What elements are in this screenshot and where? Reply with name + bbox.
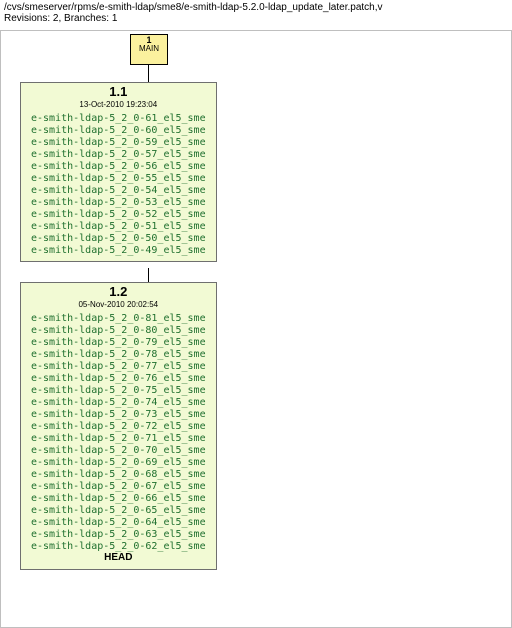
tag-entry: e-smith-ldap-5_2_0-74_el5_sme [31, 397, 206, 409]
tag-entry: e-smith-ldap-5_2_0-78_el5_sme [31, 349, 206, 361]
tag-entry: e-smith-ldap-5_2_0-56_el5_sme [31, 161, 206, 173]
revision-number: 1.1 [31, 86, 206, 98]
branch-main-node[interactable]: 1 MAIN [130, 34, 168, 65]
repo-path: /cvs/smeserver/rpms/e-smith-ldap/sme8/e-… [0, 0, 512, 13]
tag-entry: e-smith-ldap-5_2_0-72_el5_sme [31, 421, 206, 433]
connector-line [148, 268, 149, 282]
revision-date: 05-Nov-2010 20:02:54 [31, 299, 206, 311]
tag-entry: e-smith-ldap-5_2_0-52_el5_sme [31, 209, 206, 221]
tag-list: e-smith-ldap-5_2_0-81_el5_smee-smith-lda… [31, 313, 206, 553]
tag-entry: e-smith-ldap-5_2_0-60_el5_sme [31, 125, 206, 137]
tag-entry: e-smith-ldap-5_2_0-69_el5_sme [31, 457, 206, 469]
tag-entry: e-smith-ldap-5_2_0-55_el5_sme [31, 173, 206, 185]
connector-line [148, 64, 149, 82]
tag-entry: e-smith-ldap-5_2_0-76_el5_sme [31, 373, 206, 385]
tag-entry: e-smith-ldap-5_2_0-68_el5_sme [31, 469, 206, 481]
tag-entry: e-smith-ldap-5_2_0-80_el5_sme [31, 325, 206, 337]
tag-entry: e-smith-ldap-5_2_0-61_el5_sme [31, 113, 206, 125]
tag-entry: e-smith-ldap-5_2_0-49_el5_sme [31, 245, 206, 257]
revision-node-1-1[interactable]: 1.1 13-Oct-2010 19:23:04 e-smith-ldap-5_… [20, 82, 217, 262]
tag-entry: e-smith-ldap-5_2_0-63_el5_sme [31, 529, 206, 541]
tag-entry: e-smith-ldap-5_2_0-75_el5_sme [31, 385, 206, 397]
revision-date: 13-Oct-2010 19:23:04 [31, 99, 206, 111]
tag-list: e-smith-ldap-5_2_0-61_el5_smee-smith-lda… [31, 113, 206, 257]
tag-entry: e-smith-ldap-5_2_0-73_el5_sme [31, 409, 206, 421]
tag-entry: e-smith-ldap-5_2_0-54_el5_sme [31, 185, 206, 197]
tag-entry: e-smith-ldap-5_2_0-81_el5_sme [31, 313, 206, 325]
tag-entry: e-smith-ldap-5_2_0-65_el5_sme [31, 505, 206, 517]
revision-graph: 1 MAIN 1.1 13-Oct-2010 19:23:04 e-smith-… [0, 30, 512, 628]
tag-entry: e-smith-ldap-5_2_0-77_el5_sme [31, 361, 206, 373]
head-label: HEAD [21, 552, 216, 564]
tag-entry: e-smith-ldap-5_2_0-66_el5_sme [31, 493, 206, 505]
tag-entry: e-smith-ldap-5_2_0-79_el5_sme [31, 337, 206, 349]
tag-entry: e-smith-ldap-5_2_0-70_el5_sme [31, 445, 206, 457]
tag-entry: e-smith-ldap-5_2_0-53_el5_sme [31, 197, 206, 209]
tag-entry: e-smith-ldap-5_2_0-64_el5_sme [31, 517, 206, 529]
tag-entry: e-smith-ldap-5_2_0-57_el5_sme [31, 149, 206, 161]
revision-number: 1.2 [31, 286, 206, 298]
branch-label: MAIN [131, 45, 167, 54]
tag-entry: e-smith-ldap-5_2_0-67_el5_sme [31, 481, 206, 493]
tag-entry: e-smith-ldap-5_2_0-59_el5_sme [31, 137, 206, 149]
revision-summary: Revisions: 2, Branches: 1 [0, 13, 512, 30]
tag-entry: e-smith-ldap-5_2_0-51_el5_sme [31, 221, 206, 233]
revision-node-1-2[interactable]: 1.2 05-Nov-2010 20:02:54 e-smith-ldap-5_… [20, 282, 217, 570]
tag-entry: e-smith-ldap-5_2_0-50_el5_sme [31, 233, 206, 245]
tag-entry: e-smith-ldap-5_2_0-71_el5_sme [31, 433, 206, 445]
